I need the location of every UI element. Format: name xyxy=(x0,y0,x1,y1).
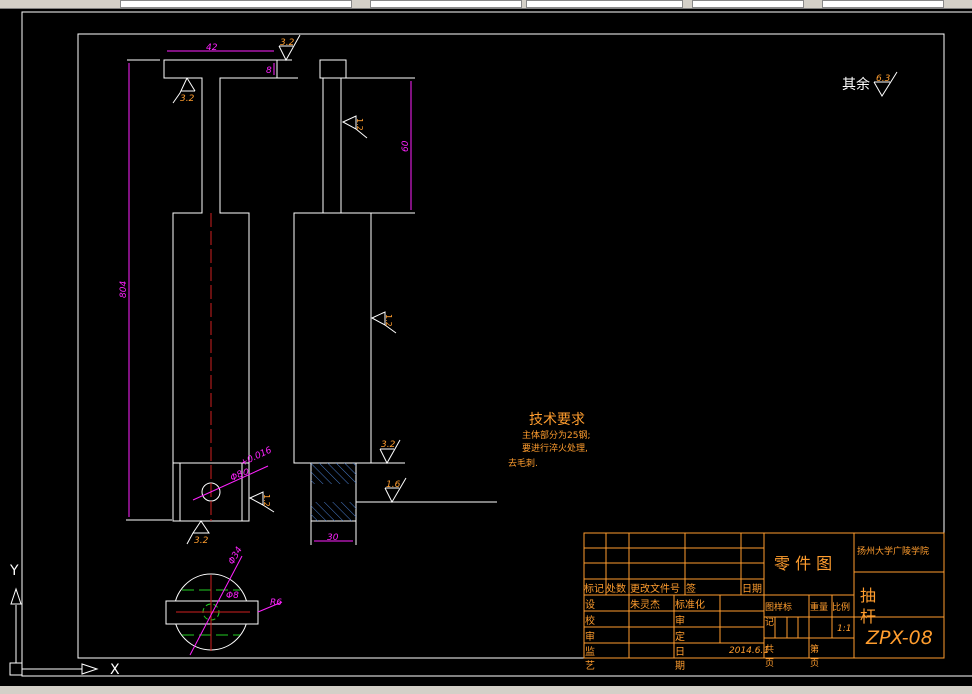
notes-line: 要进行淬火处理, xyxy=(522,442,588,454)
notes-title: 技术要求 xyxy=(529,412,585,428)
tb-date-label: 日 xyxy=(675,647,685,658)
roughness-1.2: 1.2 xyxy=(355,118,364,131)
roughness-1.2: 1.2 xyxy=(384,314,393,327)
dim-hole-tol-lower: 0 xyxy=(243,468,249,478)
notes-line: 主体部分为25钢; xyxy=(522,429,591,441)
tb-designer: 朱灵杰 xyxy=(630,599,660,611)
roughness-3.2: 3.2 xyxy=(381,440,396,450)
tb-page-label: 页 xyxy=(810,658,819,669)
dim-804: 804 xyxy=(119,281,129,298)
dim-circle-dia: Φ34 xyxy=(227,545,245,566)
tb-scale-label: 比例 xyxy=(832,601,850,613)
tb-school: 扬州大学广陵学院 xyxy=(857,545,929,557)
dim-30: 30 xyxy=(327,533,339,543)
tb-role: 审 xyxy=(585,630,595,643)
tb-approve: 定 xyxy=(675,630,685,643)
roughness-1.2: 1.2 xyxy=(262,494,271,507)
tb-page-label: 页 xyxy=(765,658,774,669)
dim-circle-hole: Φ8 xyxy=(226,591,239,601)
tb-weight-label: 重量 xyxy=(810,601,828,613)
ucs-icon xyxy=(9,587,99,676)
tb-header: 标记 xyxy=(584,583,604,595)
dim-8: 8 xyxy=(266,66,272,76)
tb-header: 处数 xyxy=(606,582,626,595)
roughness-1.6: 1.6 xyxy=(386,480,401,490)
tb-header: 日期 xyxy=(742,583,762,595)
dim-60: 60 xyxy=(401,140,411,152)
dim-42: 42 xyxy=(206,43,218,53)
tb-drawing-type: 零 件 图 xyxy=(774,554,832,573)
tb-date-label: 期 xyxy=(675,660,685,672)
tb-part-name: 抽 xyxy=(860,586,876,605)
tb-stage-label: 图样标 xyxy=(765,601,792,613)
dim-radius: R6 xyxy=(270,598,282,608)
tb-drawing-no: ZPX-08 xyxy=(865,627,933,649)
rest-roughness-value: 6.3 xyxy=(876,74,891,84)
outer-frame xyxy=(21,11,972,677)
tb-role: 艺 xyxy=(585,660,595,672)
tb-total-label: 共 xyxy=(765,644,774,655)
tb-std-label: 标准化 xyxy=(675,598,705,611)
tb-date: 2014.6.1 xyxy=(729,646,769,656)
top-view xyxy=(165,555,283,656)
tb-stage-label: 记 xyxy=(765,617,774,628)
tb-header: 签 xyxy=(686,582,696,595)
drawing-canvas[interactable]: 42 8 804 Φ8 +0.016 0 60 30 3.2 3.2 3.2 3… xyxy=(0,0,972,694)
tb-role: 监 xyxy=(585,645,595,658)
roughness-3.2: 3.2 xyxy=(180,94,195,104)
tb-scale: 1:1 xyxy=(837,624,851,634)
tb-header: 更改文件号 xyxy=(630,582,680,595)
section-hatch xyxy=(311,463,356,484)
tb-sheet-label: 第 xyxy=(810,643,819,655)
ucs-y-label: Y xyxy=(9,563,19,579)
section-hatch xyxy=(311,502,356,521)
rest-roughness-label: 其余 xyxy=(842,76,870,93)
notes-line: 去毛刺. xyxy=(508,457,538,469)
dim-hole-tol: +0.016 xyxy=(239,445,274,468)
ucs-x-label: X xyxy=(110,662,120,678)
roughness-3.2: 3.2 xyxy=(280,38,295,48)
status-bar xyxy=(0,686,972,694)
tb-review: 审 xyxy=(675,614,685,627)
roughness-3.2: 3.2 xyxy=(194,536,209,546)
tb-role: 设 xyxy=(585,599,595,611)
front-view xyxy=(126,59,298,522)
tb-part-name: 杆 xyxy=(860,607,876,626)
tb-role: 校 xyxy=(585,614,595,627)
